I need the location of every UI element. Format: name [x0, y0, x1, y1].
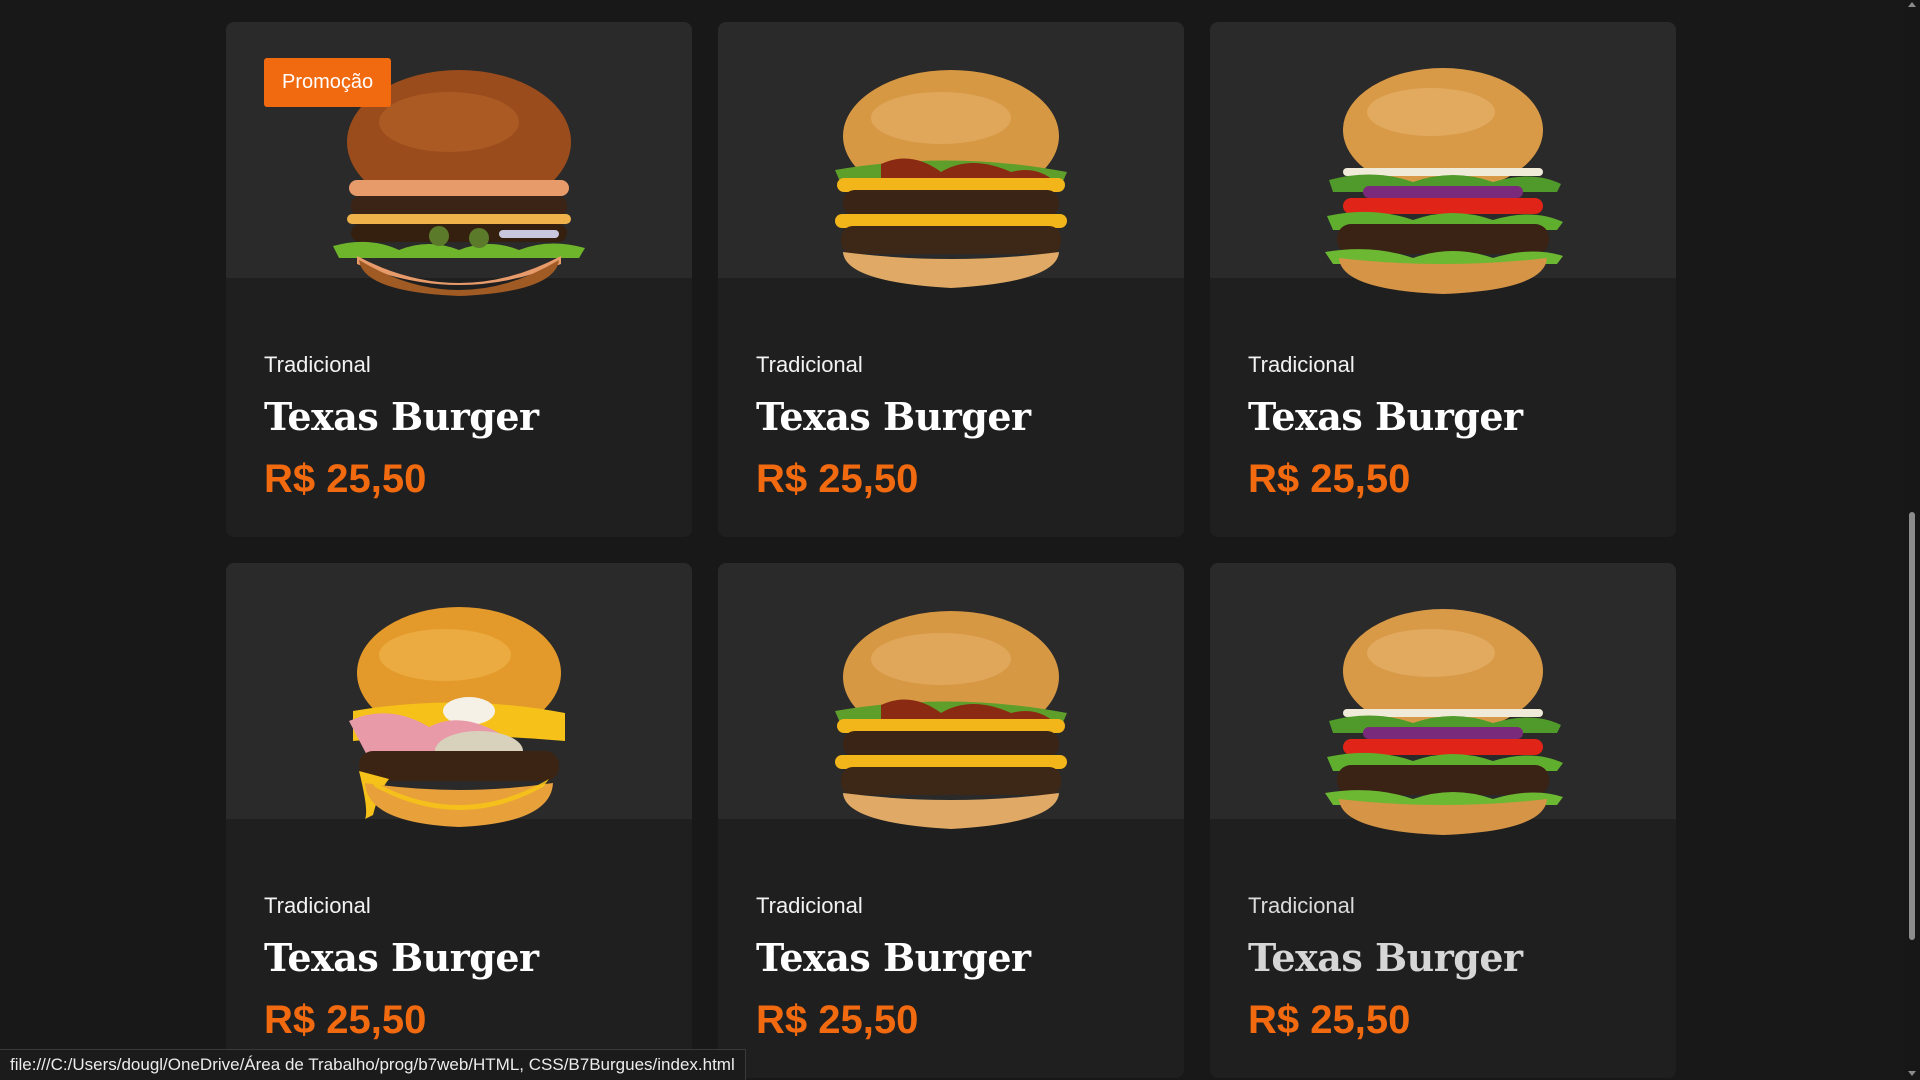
product-title: Texas Burger [756, 394, 1031, 439]
vertical-scrollbar[interactable] [1904, 0, 1920, 1080]
product-info: Tradicional Texas Burger R$ 25,50 [718, 893, 1184, 1043]
product-title: Texas Burger [264, 394, 539, 439]
product-card[interactable]: Tradicional Texas Burger R$ 25,50 [1210, 22, 1676, 537]
product-price: R$ 25,50 [1248, 998, 1411, 1042]
burger-bacon-icon [835, 611, 1067, 829]
product-image-area [1210, 563, 1676, 835]
product-price: R$ 25,50 [756, 998, 919, 1042]
product-info: Tradicional Texas Burger R$ 25,50 [226, 893, 692, 1043]
product-category: Tradicional [1248, 893, 1355, 918]
product-image-area [718, 22, 1184, 288]
product-title: Texas Burger [756, 935, 1031, 980]
product-image-area [718, 563, 1184, 829]
burger-bacon-icon [835, 70, 1067, 288]
product-info: Tradicional Texas Burger R$ 25,50 [1210, 352, 1676, 502]
product-info: Tradicional Texas Burger R$ 25,50 [226, 352, 692, 502]
product-image-area [1210, 22, 1676, 294]
product-price: R$ 25,50 [264, 998, 427, 1042]
scroll-down-arrow-icon[interactable] [1908, 1071, 1916, 1076]
page: Promoção Tradicional Texas Burger R$ 25,… [0, 0, 1920, 1080]
product-category: Tradicional [264, 352, 371, 377]
product-category: Tradicional [264, 893, 371, 918]
product-price: R$ 25,50 [756, 457, 919, 501]
product-image-area [226, 563, 692, 827]
scroll-up-arrow-icon[interactable] [1908, 2, 1916, 7]
burger-classic-icon [1325, 68, 1563, 294]
product-price: R$ 25,50 [264, 457, 427, 501]
product-title: Texas Burger [264, 935, 539, 980]
product-category: Tradicional [756, 893, 863, 918]
product-info: Tradicional Texas Burger R$ 25,50 [718, 352, 1184, 502]
product-price: R$ 25,50 [1248, 457, 1411, 501]
product-card[interactable]: Tradicional Texas Burger R$ 25,50 [226, 563, 692, 1078]
product-info: Tradicional Texas Burger R$ 25,50 [1210, 893, 1676, 1043]
burger-egg-icon [349, 607, 565, 827]
product-category: Tradicional [1248, 352, 1355, 377]
promo-badge: Promoção [264, 58, 392, 107]
product-grid: Promoção Tradicional Texas Burger R$ 25,… [226, 22, 1676, 1078]
product-category: Tradicional [756, 352, 863, 377]
burger-classic-icon [1325, 609, 1563, 835]
product-card[interactable]: Tradicional Texas Burger R$ 25,50 [1210, 563, 1676, 1078]
product-card[interactable]: Tradicional Texas Burger R$ 25,50 [718, 22, 1184, 537]
product-title: Texas Burger [1248, 935, 1523, 980]
product-title: Texas Burger [1248, 394, 1523, 439]
scrollbar-thumb[interactable] [1909, 512, 1915, 940]
product-card[interactable]: Tradicional Texas Burger R$ 25,50 [718, 563, 1184, 1078]
browser-status-bar: file:///C:/Users/dougl/OneDrive/Área de … [0, 1049, 746, 1080]
product-image-area: Promoção [226, 22, 692, 296]
product-card[interactable]: Promoção Tradicional Texas Burger R$ 25,… [226, 22, 692, 537]
